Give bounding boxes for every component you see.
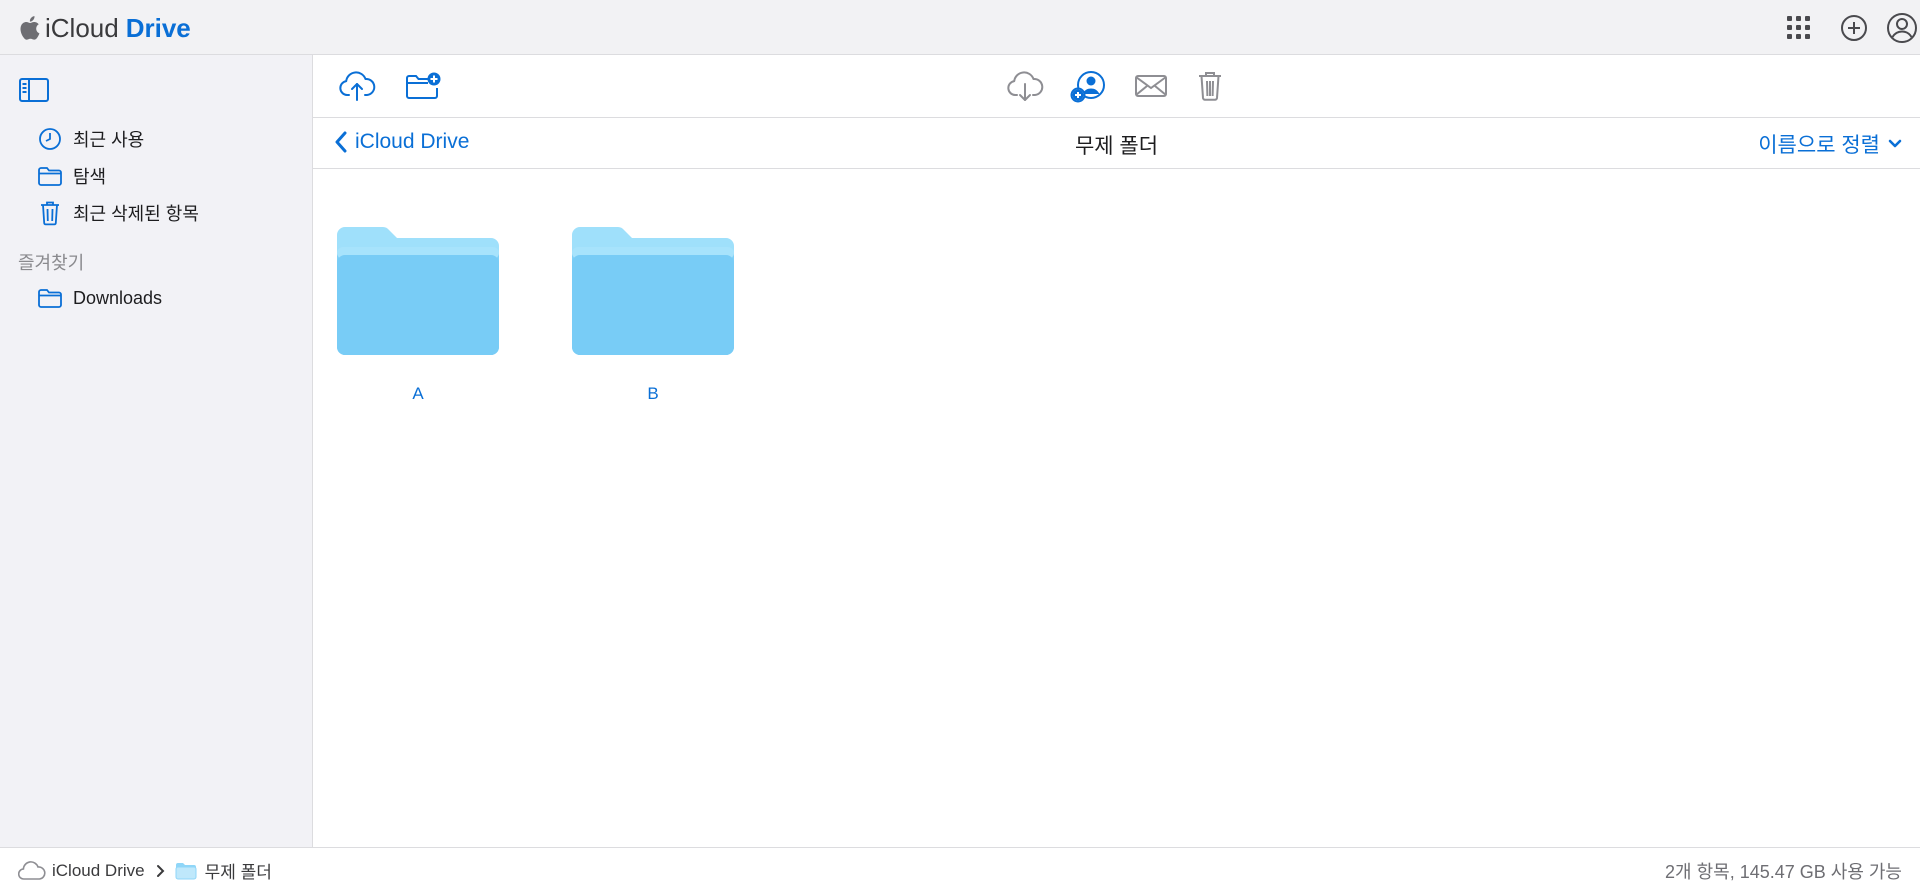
envelope-icon (1135, 75, 1167, 97)
folder-icon (175, 862, 197, 880)
sidebar-item-label: 최근 삭제된 항목 (73, 204, 199, 224)
delete-button (1190, 67, 1230, 105)
sidebar-item-recents[interactable]: 최근 사용 (36, 124, 144, 154)
account-icon[interactable] (1884, 13, 1920, 43)
chevron-down-icon (1888, 139, 1902, 148)
favorites-heading: 즐겨찾기 (18, 253, 85, 273)
add-circle-icon[interactable] (1839, 13, 1869, 43)
app-brand[interactable]: iCloud Drive (18, 12, 191, 44)
download-button (1005, 67, 1045, 105)
email-button (1131, 67, 1171, 105)
status-bar: iCloud Drive 무제 폴더 2개 항목, 145.47 GB 사용 가… (0, 847, 1920, 892)
clock-icon (36, 126, 64, 152)
brand-name: Drive (125, 12, 191, 43)
sort-label: 이름으로 정렬 (1758, 134, 1880, 157)
navigation-bar: iCloud Drive 무제 폴더 이름으로 정렬 (313, 118, 1920, 169)
folder-icon (36, 163, 64, 189)
folder-add-icon (406, 72, 441, 99)
trash-icon (1199, 72, 1221, 101)
folder-icon (337, 227, 499, 355)
breadcrumb-current: 무제 폴더 (204, 863, 272, 882)
sidebar-item-browse[interactable]: 탐색 (36, 161, 106, 191)
folder-item[interactable]: B (568, 225, 738, 404)
sidebar-item-downloads[interactable]: Downloads (36, 283, 162, 313)
sidebar-item-label: 최근 사용 (73, 130, 145, 150)
share-collaborate-button[interactable] (1069, 67, 1109, 105)
apple-logo-icon (20, 16, 40, 40)
chevron-right-icon (155, 864, 165, 878)
cloud-icon (18, 860, 46, 881)
person-add-icon (1070, 71, 1105, 103)
cloud-download-icon (1007, 71, 1044, 101)
top-bar: iCloud Drive (0, 0, 1920, 55)
sidebar-item-label: 탐색 (73, 167, 107, 187)
storage-summary: 2개 항목, 145.47 GB 사용 가능 (1665, 862, 1902, 882)
new-folder-button[interactable] (403, 67, 443, 105)
folder-item[interactable]: A (333, 225, 503, 404)
folder-name[interactable]: A (333, 384, 503, 404)
toolbar (313, 55, 1920, 118)
page-title: 무제 폴더 (1074, 135, 1159, 158)
sidebar-item-recently-deleted[interactable]: 최근 삭제된 항목 (36, 198, 199, 228)
cloud-upload-icon (339, 71, 376, 101)
trash-icon (36, 200, 64, 226)
file-grid: A B (313, 169, 1920, 847)
upload-button[interactable] (337, 67, 377, 105)
sidebar-item-label: Downloads (73, 287, 163, 308)
sidebar-toggle-icon[interactable] (18, 76, 50, 104)
brand-prefix: iCloud (45, 12, 119, 43)
folder-icon (36, 285, 64, 311)
sidebar: 최근 사용 탐색 최근 삭제된 항목 즐겨찾기 Downloads (0, 55, 313, 847)
breadcrumb-root[interactable]: iCloud Drive (52, 861, 145, 881)
folder-name[interactable]: B (568, 384, 738, 404)
breadcrumb: iCloud Drive 무제 폴더 (18, 858, 272, 883)
app-grid-icon[interactable] (1784, 13, 1814, 43)
sort-menu-button[interactable]: 이름으로 정렬 (1758, 129, 1902, 159)
folder-icon (572, 227, 734, 355)
